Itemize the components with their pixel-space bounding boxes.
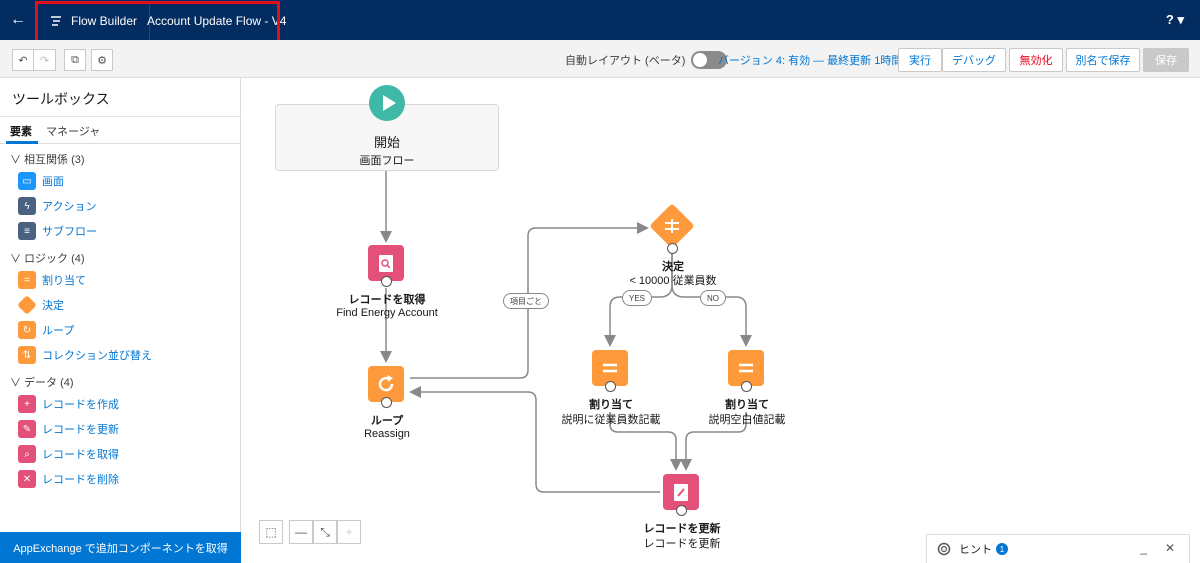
zoom-in-button[interactable]: + bbox=[337, 520, 361, 544]
assignment-icon bbox=[603, 363, 617, 373]
assignment-icon bbox=[739, 363, 753, 373]
flow-connectors bbox=[380, 171, 752, 493]
start-title: 開始 bbox=[373, 135, 401, 150]
assignment-2-title: 割り当て bbox=[725, 399, 769, 411]
zoom-controls: ⬚ — ⤡ + bbox=[259, 520, 361, 544]
connector-dot[interactable] bbox=[667, 243, 678, 254]
start-subtitle: 画面フロー bbox=[359, 155, 415, 167]
connector-dot[interactable] bbox=[605, 381, 616, 392]
yes-edge-label: YES bbox=[622, 290, 652, 306]
for-each-edge-label: 項目ごと bbox=[503, 293, 549, 309]
hint-label: ヒント bbox=[959, 544, 992, 556]
zoom-out-button[interactable]: — bbox=[289, 520, 313, 544]
connector-dot[interactable] bbox=[381, 397, 392, 408]
decision-icon bbox=[665, 219, 679, 233]
get-records-title: レコードを取得 bbox=[348, 294, 426, 306]
connector-dot[interactable] bbox=[381, 276, 392, 287]
fit-view-button[interactable]: ⤡ bbox=[313, 520, 337, 544]
loop-title: ループ bbox=[370, 415, 404, 427]
decision-subtitle: < 10000 従業員数 bbox=[629, 275, 717, 287]
close-icon[interactable]: ✕ bbox=[1165, 541, 1175, 555]
play-icon bbox=[369, 85, 405, 121]
loop-icon bbox=[378, 375, 394, 392]
connector-dot[interactable] bbox=[741, 381, 752, 392]
lifebuoy-icon bbox=[937, 542, 951, 556]
update-records-title: レコードを更新 bbox=[643, 523, 721, 535]
marquee-select-button[interactable]: ⬚ bbox=[259, 520, 283, 544]
assignment-1-subtitle: 説明に従業員数記載 bbox=[561, 414, 661, 426]
get-record-icon bbox=[379, 255, 393, 272]
hint-panel[interactable]: ヒント 1 _ ✕ bbox=[926, 534, 1190, 563]
assignment-1-title: 割り当て bbox=[589, 399, 633, 411]
update-record-icon bbox=[674, 484, 688, 501]
get-records-subtitle: Find Energy Account bbox=[336, 307, 438, 319]
loop-subtitle: Reassign bbox=[364, 428, 410, 440]
no-edge-label: NO bbox=[700, 290, 726, 306]
minimize-icon[interactable]: _ bbox=[1140, 541, 1147, 555]
update-records-subtitle: レコードを更新 bbox=[643, 538, 721, 550]
hint-count-badge: 1 bbox=[996, 543, 1008, 555]
assignment-2-subtitle: 説明空白値記載 bbox=[708, 414, 786, 426]
connector-dot[interactable] bbox=[676, 505, 687, 516]
